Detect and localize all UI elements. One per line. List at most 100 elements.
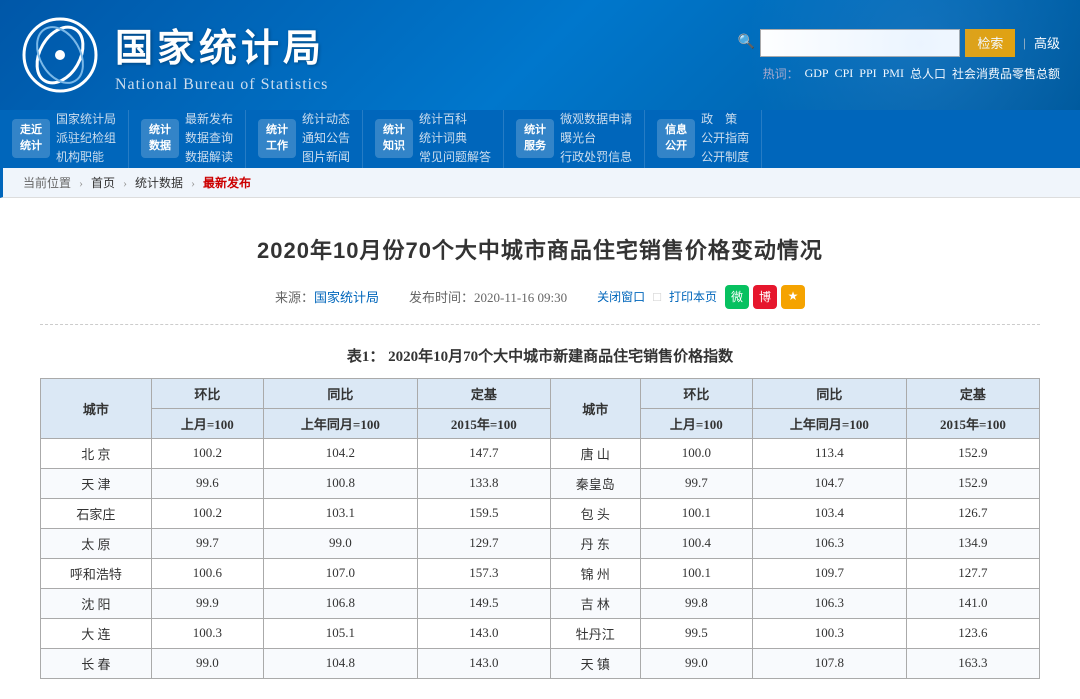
search-bar: 🔍 检索 | 高级: [738, 29, 1060, 57]
search-icon: 🔍: [738, 34, 755, 51]
nav-text-openinfo: 政 策 公开指南 公开制度: [701, 110, 749, 168]
wechat-share-icon[interactable]: 微: [725, 285, 749, 309]
nav-icon-about: 走近统计: [12, 119, 50, 158]
meta-actions: 关闭窗口 □ 打印本页 微 博 ★: [597, 285, 805, 309]
nav-link-system[interactable]: 公开制度: [701, 148, 749, 167]
th-dj-left: 定基: [417, 378, 550, 408]
nav-item-work[interactable]: 统计工作 统计动态 通知公告 图片新闻: [246, 110, 363, 168]
search-button[interactable]: 检索: [965, 29, 1015, 57]
advanced-search-link[interactable]: 高级: [1034, 33, 1060, 52]
article-meta: 来源：国家统计局 发布时间：2020-11-16 09:30 关闭窗口 □ 打印…: [40, 285, 1040, 325]
hot-keyword-pmi[interactable]: PMI: [883, 66, 904, 81]
city-left: 太 原: [41, 528, 152, 558]
hb-right: 99.8: [640, 588, 752, 618]
nav-text-service: 微观数据申请 曝光台 行政处罚信息: [560, 110, 632, 168]
city-right: 牡丹江: [550, 618, 640, 648]
hot-keyword-cpi[interactable]: CPI: [835, 66, 854, 81]
nav-link-query[interactable]: 数据查询: [185, 129, 233, 148]
th-dj-sub-left: 2015年=100: [417, 408, 550, 438]
print-btn[interactable]: 打印本页: [669, 288, 717, 305]
hb-left: 99.9: [151, 588, 263, 618]
nav-icon-service: 统计服务: [516, 119, 554, 158]
hb-left: 100.3: [151, 618, 263, 648]
breadcrumb-data[interactable]: 统计数据: [135, 176, 183, 190]
hot-keyword-retail[interactable]: 社会消费品零售总额: [952, 65, 1060, 82]
dj-right: 163.3: [906, 648, 1039, 678]
meta-sep: □: [653, 289, 661, 305]
header-right: 🔍 检索 | 高级 热词： GDP CPI PPI PMI 总人口 社会消费品零…: [738, 29, 1060, 82]
nav-link-expose[interactable]: 曝光台: [560, 129, 632, 148]
header-left: 国家统计局 National Bureau of Statistics: [20, 15, 328, 95]
search-input[interactable]: [760, 29, 960, 57]
nav-item-data[interactable]: 统计数据 最新发布 数据查询 数据解读: [129, 110, 246, 168]
search-divider: |: [1020, 35, 1029, 51]
city-right: 吉 林: [550, 588, 640, 618]
dj-left: 147.7: [417, 438, 550, 468]
city-right: 唐 山: [550, 438, 640, 468]
hb-left: 100.6: [151, 558, 263, 588]
th-hb-left: 环比: [151, 378, 263, 408]
nav-link-guide[interactable]: 公开指南: [701, 129, 749, 148]
dj-left: 157.3: [417, 558, 550, 588]
nav-link-dictionary[interactable]: 统计词典: [419, 129, 491, 148]
table-header-group-row: 城市 环比 同比 定基 城市 环比 同比 定基: [41, 378, 1040, 408]
favorite-icon[interactable]: ★: [781, 285, 805, 309]
nav-text-work: 统计动态 通知公告 图片新闻: [302, 110, 350, 168]
th-tb-sub-left: 上年同月=100: [263, 408, 417, 438]
hot-keyword-ppi[interactable]: PPI: [859, 66, 876, 81]
table-row: 呼和浩特 100.6 107.0 157.3 锦 州 100.1 109.7 1…: [41, 558, 1040, 588]
hot-keyword-population[interactable]: 总人口: [910, 65, 946, 82]
dj-right: 127.7: [906, 558, 1039, 588]
hb-left: 99.7: [151, 528, 263, 558]
tb-right: 107.8: [752, 648, 906, 678]
nav-link-notices[interactable]: 通知公告: [302, 129, 350, 148]
nav-link-encyclopedia[interactable]: 统计百科: [419, 110, 491, 129]
hb-right: 99.7: [640, 468, 752, 498]
hb-right: 100.1: [640, 498, 752, 528]
hb-right: 100.1: [640, 558, 752, 588]
nav-icon-knowledge: 统计知识: [375, 119, 413, 158]
tb-left: 104.8: [263, 648, 417, 678]
nav-item-openinfo[interactable]: 信息公开 政 策 公开指南 公开制度: [645, 110, 762, 168]
nav-link-faq[interactable]: 常见问题解答: [419, 148, 491, 167]
breadcrumb-current: 最新发布: [203, 176, 251, 190]
hot-label: 热词：: [763, 65, 799, 82]
nav-link-dynamics[interactable]: 统计动态: [302, 110, 350, 129]
hot-keyword-gdp[interactable]: GDP: [805, 66, 829, 81]
dj-right: 152.9: [906, 468, 1039, 498]
header: 国家统计局 National Bureau of Statistics 🔍 检索…: [0, 0, 1080, 110]
nav-link-bureau[interactable]: 国家统计局: [56, 110, 116, 129]
source-link[interactable]: 国家统计局: [314, 290, 379, 305]
weibo-share-icon[interactable]: 博: [753, 285, 777, 309]
nav-link-discipline[interactable]: 派驻纪检组: [56, 129, 116, 148]
city-left: 呼和浩特: [41, 558, 152, 588]
hot-keywords: 热词： GDP CPI PPI PMI 总人口 社会消费品零售总额: [763, 65, 1060, 82]
nav-link-microdata[interactable]: 微观数据申请: [560, 110, 632, 129]
city-right: 锦 州: [550, 558, 640, 588]
breadcrumb-sep3: ›: [191, 176, 195, 190]
breadcrumb-home[interactable]: 首页: [91, 176, 115, 190]
nav-link-latest[interactable]: 最新发布: [185, 110, 233, 129]
city-left: 石家庄: [41, 498, 152, 528]
nav-item-service[interactable]: 统计服务 微观数据申请 曝光台 行政处罚信息: [504, 110, 645, 168]
tb-left: 105.1: [263, 618, 417, 648]
site-subtitle: National Bureau of Statistics: [115, 76, 328, 94]
social-icons: 微 博 ★: [725, 285, 805, 309]
nav-text-data: 最新发布 数据查询 数据解读: [185, 110, 233, 168]
table-row: 北 京 100.2 104.2 147.7 唐 山 100.0 113.4 15…: [41, 438, 1040, 468]
th-tb-sub-right: 上年同月=100: [752, 408, 906, 438]
nav-link-functions[interactable]: 机构职能: [56, 148, 116, 167]
nav-item-about[interactable]: 走近统计 国家统计局 派驻纪检组 机构职能: [0, 110, 129, 168]
close-window-btn[interactable]: 关闭窗口: [597, 288, 645, 305]
nav-item-knowledge[interactable]: 统计知识 统计百科 统计词典 常见问题解答: [363, 110, 504, 168]
nav-link-interpret[interactable]: 数据解读: [185, 148, 233, 167]
nav-link-photos[interactable]: 图片新闻: [302, 148, 350, 167]
dj-right: 152.9: [906, 438, 1039, 468]
nav-link-penalty[interactable]: 行政处罚信息: [560, 148, 632, 167]
nav-link-policy[interactable]: 政 策: [701, 110, 749, 129]
dj-right: 123.6: [906, 618, 1039, 648]
hb-right: 99.0: [640, 648, 752, 678]
dj-left: 159.5: [417, 498, 550, 528]
breadcrumb-sep1: ›: [79, 176, 83, 190]
th-city-left: 城市: [41, 378, 152, 438]
